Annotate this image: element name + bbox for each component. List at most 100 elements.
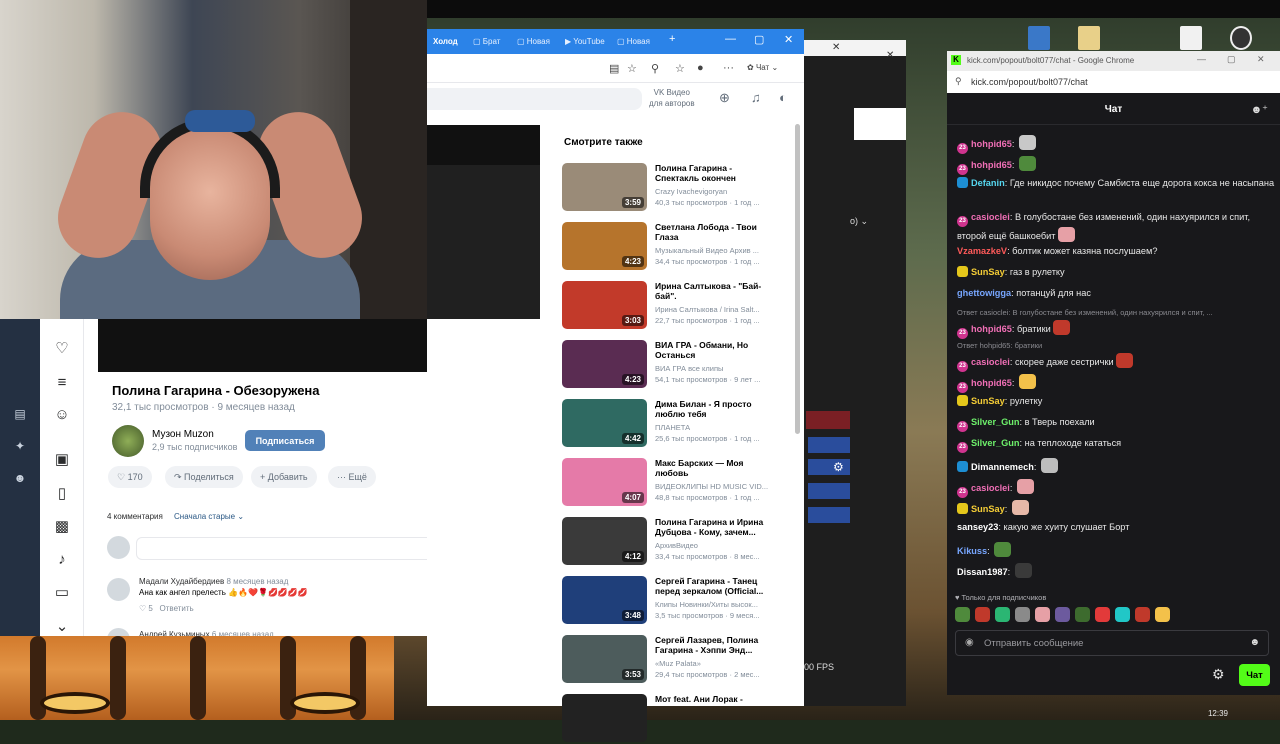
channel-name[interactable]: Музон Muzon: [152, 429, 214, 440]
tab-5[interactable]: ▢ Новая: [617, 34, 650, 50]
chat-username[interactable]: casioclei: [971, 357, 1010, 367]
desktop-icon-4[interactable]: [1230, 26, 1252, 50]
related-video-item[interactable]: 4:07 Макс Барских — Моя любовь ВИДЕОКЛИПЫ …: [562, 458, 780, 508]
related-video-item[interactable]: 3:59 Полина Гагарина - Спектакль окончен C…: [562, 163, 780, 213]
site-info-icon[interactable]: ⚲: [955, 76, 962, 87]
video-thumbnail[interactable]: 4:23: [562, 222, 647, 270]
emote-icon[interactable]: [1115, 607, 1130, 622]
related-video-item[interactable]: Мот feat. Ани Лорак -: [562, 694, 780, 744]
video-thumbnail[interactable]: 3:03: [562, 281, 647, 329]
video-thumbnail[interactable]: 3:59: [562, 163, 647, 211]
related-video-item[interactable]: 3:03 Ирина Салтыкова - "Бай-бай". Ирина Са…: [562, 281, 780, 331]
video-thumbnail[interactable]: [562, 694, 647, 742]
chat-message-input[interactable]: ◉ Отправить сообщение ☻: [955, 630, 1269, 656]
gear-icon[interactable]: ⚙: [833, 460, 844, 474]
video-channel[interactable]: АрхивВидео: [655, 541, 775, 550]
chat-reply-context[interactable]: Ответ hohpid65: братики: [957, 341, 1275, 350]
emote-icon[interactable]: [1095, 607, 1110, 622]
chart-icon[interactable]: ▤: [12, 407, 28, 423]
heart-icon[interactable]: ♡: [53, 340, 71, 358]
extension-icon[interactable]: ⚲: [651, 62, 659, 75]
chat-url-bar[interactable]: ⚲ kick.com/popout/bolt077/chat: [947, 71, 1280, 93]
scrollbar[interactable]: [795, 124, 800, 434]
video-channel[interactable]: Музыкальный Видео Архив ...: [655, 246, 775, 255]
video-title[interactable]: Дима Билан - Я просто люблю тебя: [655, 399, 775, 419]
chat-username[interactable]: hohpid65: [971, 139, 1012, 149]
video-channel[interactable]: «Muz Palata»: [655, 659, 775, 668]
tv-icon[interactable]: ▭: [53, 584, 71, 602]
chat-username[interactable]: hohpid65: [971, 160, 1012, 170]
chat-toggle[interactable]: ✿ Чат ⌄: [747, 63, 778, 72]
vk-video-for-creators-link[interactable]: VK Видео для авторов: [649, 87, 695, 109]
emote-icon[interactable]: [995, 607, 1010, 622]
related-video-item[interactable]: 4:23 ВИА ГРА - Обмани, Но Останься ВИА ГРА…: [562, 340, 780, 390]
video-title[interactable]: ВИА ГРА - Обмани, Но Останься: [655, 340, 775, 360]
subscribe-button[interactable]: Подписаться: [245, 430, 325, 451]
video-title[interactable]: Полина Гагарина - Спектакль окончен: [655, 163, 775, 183]
related-video-item[interactable]: 3:48 Сергей Гагарина - Танец перед зеркал…: [562, 576, 780, 626]
desktop-icon-2[interactable]: [1078, 26, 1100, 50]
video-thumbnail[interactable]: 4:42: [562, 399, 647, 447]
obs-dropdown[interactable]: о) ⌄: [850, 216, 868, 227]
emoji-icon[interactable]: ☻: [1249, 637, 1260, 648]
video-channel[interactable]: ВИА ГРА все клипы: [655, 364, 775, 373]
chevron-down-icon[interactable]: ⌄: [53, 618, 71, 636]
related-video-item[interactable]: 4:12 Полина Гагарина и Ирина Дубцова - Ко…: [562, 517, 780, 567]
emote-icon[interactable]: [955, 607, 970, 622]
emote-icon[interactable]: [1155, 607, 1170, 622]
book-icon[interactable]: ▯: [53, 485, 71, 503]
close-icon[interactable]: ✕: [886, 50, 894, 61]
chat-username[interactable]: VzamazkeV: [957, 246, 1007, 256]
menu-dots-icon[interactable]: ···: [723, 62, 734, 74]
close-icon[interactable]: ✕: [1257, 54, 1265, 65]
video-title[interactable]: Ирина Салтыкова - "Бай-бай".: [655, 281, 775, 301]
video-title[interactable]: Макс Барских — Моя любовь: [655, 458, 775, 478]
share-button[interactable]: ↷ Поделиться: [165, 466, 243, 488]
send-chat-button[interactable]: Чат: [1239, 664, 1270, 686]
chat-username[interactable]: casioclei: [971, 483, 1010, 493]
maximize-icon[interactable]: ▢: [754, 33, 764, 46]
video-channel[interactable]: ПЛАНЕТА: [655, 423, 775, 432]
chat-username[interactable]: Dimannemech: [971, 462, 1034, 472]
new-tab-icon[interactable]: +: [669, 33, 675, 45]
chat-username[interactable]: casioclei: [971, 212, 1010, 222]
related-video-item[interactable]: 3:53 Сергей Лазарев, Полина Гагарина - Хэ…: [562, 635, 780, 685]
video-title[interactable]: Мот feat. Ани Лорак -: [655, 694, 775, 704]
chat-username[interactable]: hohpid65: [971, 378, 1012, 388]
upload-icon[interactable]: ⊕: [719, 90, 730, 106]
gear-icon[interactable]: ⚙: [1212, 666, 1225, 683]
chat-username[interactable]: SunSay: [971, 504, 1005, 514]
comments-sort-dropdown[interactable]: Сначала старые ⌄: [174, 512, 244, 521]
playlist-add-icon[interactable]: ≡: [53, 374, 71, 392]
chat-rules-icon[interactable]: ◉: [965, 637, 974, 648]
minimize-icon[interactable]: —: [1197, 54, 1206, 64]
emote-icon[interactable]: [975, 607, 990, 622]
video-channel[interactable]: Ирина Салтыкова / Irina Salt...: [655, 305, 775, 314]
video-thumbnail[interactable]: 3:53: [562, 635, 647, 683]
maximize-icon[interactable]: ▢: [1227, 54, 1236, 65]
tab-2[interactable]: ▢ Брат: [473, 34, 500, 50]
video-thumbnail[interactable]: 4:07: [562, 458, 647, 506]
more-button[interactable]: ··· Ещё: [328, 466, 376, 488]
emote-icon[interactable]: [1055, 607, 1070, 622]
video-title[interactable]: Сергей Лазарев, Полина Гагарина - Хэппи …: [655, 635, 775, 655]
desktop-icon-3[interactable]: [1180, 26, 1202, 50]
chat-username[interactable]: Silver_Gun: [971, 438, 1020, 448]
desktop-icon-1[interactable]: [1028, 26, 1050, 50]
comment-like-button[interactable]: ♡ 5: [139, 604, 153, 613]
comment-avatar[interactable]: [107, 578, 130, 601]
chat-username[interactable]: sansey23: [957, 522, 998, 532]
emote-icon[interactable]: [1075, 607, 1090, 622]
add-button[interactable]: + Добавить: [251, 466, 317, 488]
live-icon[interactable]: ▣: [53, 451, 71, 469]
chat-reply-context[interactable]: Ответ casioclei: В голубостане без измен…: [957, 308, 1275, 317]
emote-icon[interactable]: [1135, 607, 1150, 622]
close-icon[interactable]: ✕: [832, 42, 840, 53]
clapper-icon[interactable]: ▩: [53, 518, 71, 536]
video-player[interactable]: [427, 125, 540, 165]
subscriptions-icon[interactable]: ☺: [53, 406, 71, 424]
emote-icon[interactable]: [1015, 607, 1030, 622]
video-channel[interactable]: ВИДЕОКЛИПЫ HD MUSIC VID...: [655, 482, 775, 491]
video-title[interactable]: Светлана Лобода - Твои Глаза: [655, 222, 775, 242]
video-player-area[interactable]: [427, 165, 540, 319]
